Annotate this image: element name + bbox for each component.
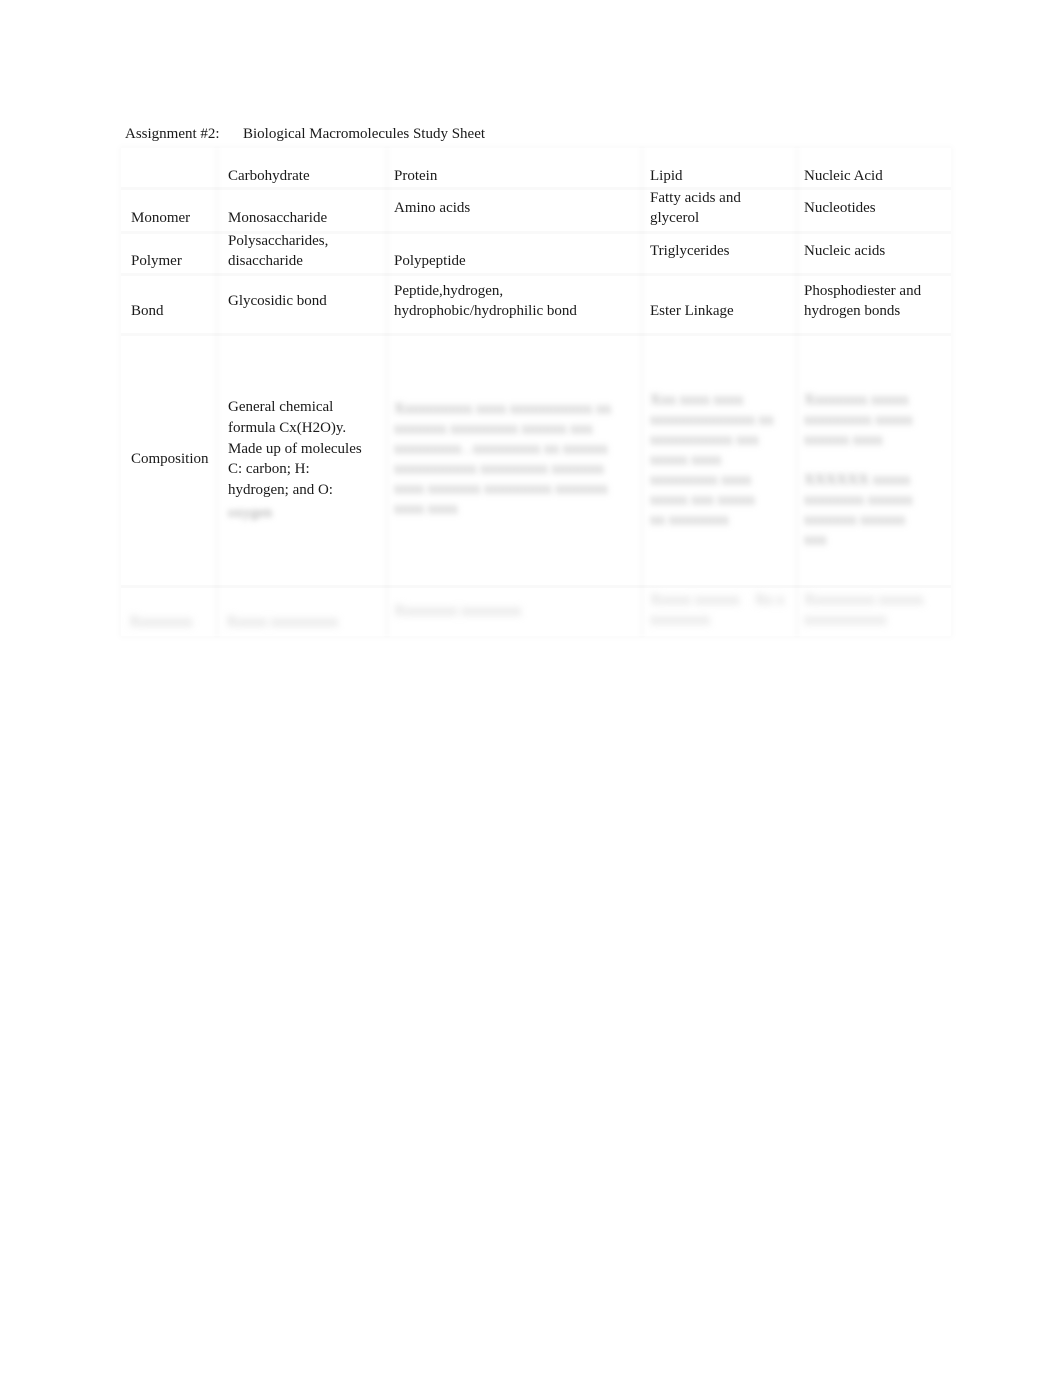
row-label-polymer: Polymer bbox=[131, 253, 182, 269]
blurred-line: xxxxxxxxx . xxxxxxxxx xx xxxxxx bbox=[394, 441, 608, 457]
header-lipid: Lipid bbox=[650, 168, 683, 184]
cell-monomer-protein: Amino acids bbox=[394, 200, 471, 216]
cell-composition-nucleic-acid: Xxxxxxxx xxxxx xxxxxxxxx xxxxx xxxxxx xx… bbox=[804, 390, 939, 550]
cell-monomer-carbohydrate: Monosaccharide bbox=[228, 210, 328, 226]
study-table: Carbohydrate Protein Lipid Nucleic Acid … bbox=[121, 148, 951, 636]
cell-composition-protein: Xxxxxxxxxx xxxx xxxxxxxxxxx xx xxxxxxx x… bbox=[394, 399, 629, 519]
blurred-line: Xxxxx xxxxxx Xx x bbox=[650, 592, 785, 608]
row-label-function: Xxxxxxxx bbox=[129, 614, 193, 630]
blurred-line: xxxxxxxxx xxxxx bbox=[804, 412, 913, 428]
cell-monomer-nucleic-acid: Nucleotides bbox=[804, 200, 876, 216]
blurred-line: xxxxxxxx bbox=[650, 612, 710, 628]
blurred-line: Xxxxxxxx xxxxx bbox=[804, 392, 909, 408]
cell-composition-carbohydrate: General chemical formula Cx(H2O)y. Made … bbox=[228, 399, 362, 499]
blurred-line: xxxxxxxx xxxxxx bbox=[804, 492, 913, 508]
cell-function-nucleic-acid: Xxxxxxxxx xxxxxx xxxxxxxxxxx bbox=[804, 590, 944, 630]
cell-polymer-protein: Polypeptide bbox=[394, 253, 466, 269]
cell-polymer-nucleic-acid: Nucleic acids bbox=[804, 243, 886, 259]
row-label-bond: Bond bbox=[131, 303, 164, 319]
blurred-line: xxxxxxxxxxx bbox=[804, 612, 887, 628]
assignment-label: Assignment #2: bbox=[125, 126, 220, 142]
cell-bond-protein: Peptide,hydrogen, hydrophobic/hydrophili… bbox=[394, 283, 577, 319]
cell-polymer-lipid: Triglycerides bbox=[650, 243, 730, 259]
blurred-line: xxxxx xxxx bbox=[650, 452, 722, 468]
header-carbohydrate: Carbohydrate bbox=[228, 168, 310, 184]
blurred-line: xxxxx xxx xxxxx bbox=[650, 492, 755, 508]
blurred-line: Xxxxxxxxx xxxxxx bbox=[804, 592, 924, 608]
blurred-spacer bbox=[804, 450, 939, 470]
blurred-line: Xxx xxxx xxxx bbox=[650, 392, 744, 408]
row-label-monomer: Monomer bbox=[131, 210, 191, 226]
cell-function-protein: Xxxxxxxx xxxxxxxx bbox=[394, 603, 522, 619]
header-protein: Protein bbox=[394, 168, 438, 184]
cell-monomer-lipid: Fatty acids and glycerol bbox=[650, 190, 741, 226]
cell-bond-lipid: Ester Linkage bbox=[650, 303, 734, 319]
blurred-line: xxxxxxxxxxxxxx xx bbox=[650, 412, 774, 428]
cell-bond-carbohydrate: Glycosidic bond bbox=[228, 293, 327, 309]
cell-bond-nucleic-acid: Phosphodiester and hydrogen bonds bbox=[804, 283, 922, 319]
blurred-line: xxx bbox=[804, 532, 827, 548]
blurred-line: xxxx xxxxxxx xxxxxxxxx xxxxxxx bbox=[394, 481, 608, 497]
blurred-line: xxxxxxx xxxxxx bbox=[804, 512, 906, 528]
cell-function-carbohydrate: Xxxxx xxxxxxxxx bbox=[226, 614, 339, 630]
blurred-line: xxxxxx xxxx bbox=[804, 432, 883, 448]
document-title: Biological Macromolecules Study Sheet bbox=[243, 126, 486, 142]
blurred-line: xxxx xxxx bbox=[394, 501, 458, 517]
cell-composition-carbohydrate-hidden: oxygen bbox=[228, 505, 273, 521]
blurred-line: xxxxxxx xxxxxxxxx xxxxxx xxx bbox=[394, 421, 593, 437]
blurred-line: xxxxxxxxxxx xxxxxxxxx xxxxxxx bbox=[394, 461, 604, 477]
cell-function-lipid: Xxxxx xxxxxx Xx x xxxxxxxx bbox=[650, 590, 790, 630]
blurred-line: XXXXXX xxxxx bbox=[804, 472, 911, 488]
blurred-line: xx xxxxxxxx bbox=[650, 512, 729, 528]
page-title: Assignment #2: Biological Macromolecules … bbox=[125, 124, 485, 144]
row-label-composition: Composition bbox=[131, 451, 209, 467]
cell-composition-lipid: Xxx xxxx xxxx xxxxxxxxxxxxxx xx xxxxxxxx… bbox=[650, 390, 785, 530]
blurred-line: Xxxxxxxxxx xxxx xxxxxxxxxxx xx bbox=[394, 401, 612, 417]
blurred-line: xxxxxxxxxxx xxx bbox=[650, 432, 759, 448]
blurred-line: xxxxxxxxx xxxx bbox=[650, 472, 752, 488]
header-nucleic-acid: Nucleic Acid bbox=[804, 168, 883, 184]
cell-polymer-carbohydrate: Polysaccharides, disaccharide bbox=[228, 233, 329, 269]
